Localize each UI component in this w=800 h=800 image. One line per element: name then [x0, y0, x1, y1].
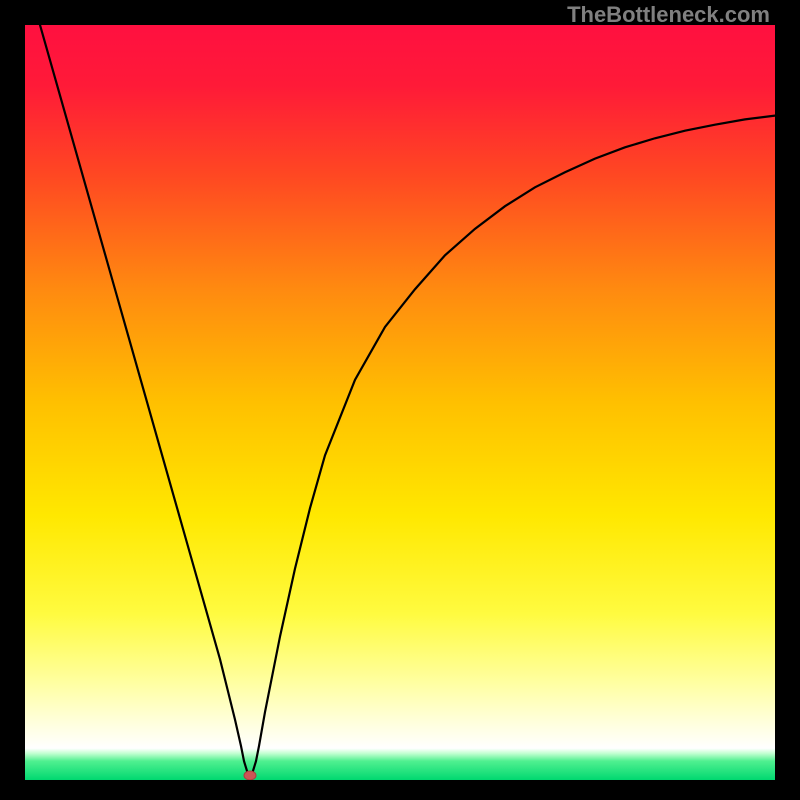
bottleneck-marker: [244, 771, 256, 780]
watermark-label: TheBottleneck.com: [567, 2, 770, 28]
plot-area: [25, 25, 775, 780]
gradient-background: [25, 25, 775, 780]
chart-container: TheBottleneck.com: [0, 0, 800, 800]
chart-svg: [25, 25, 775, 780]
